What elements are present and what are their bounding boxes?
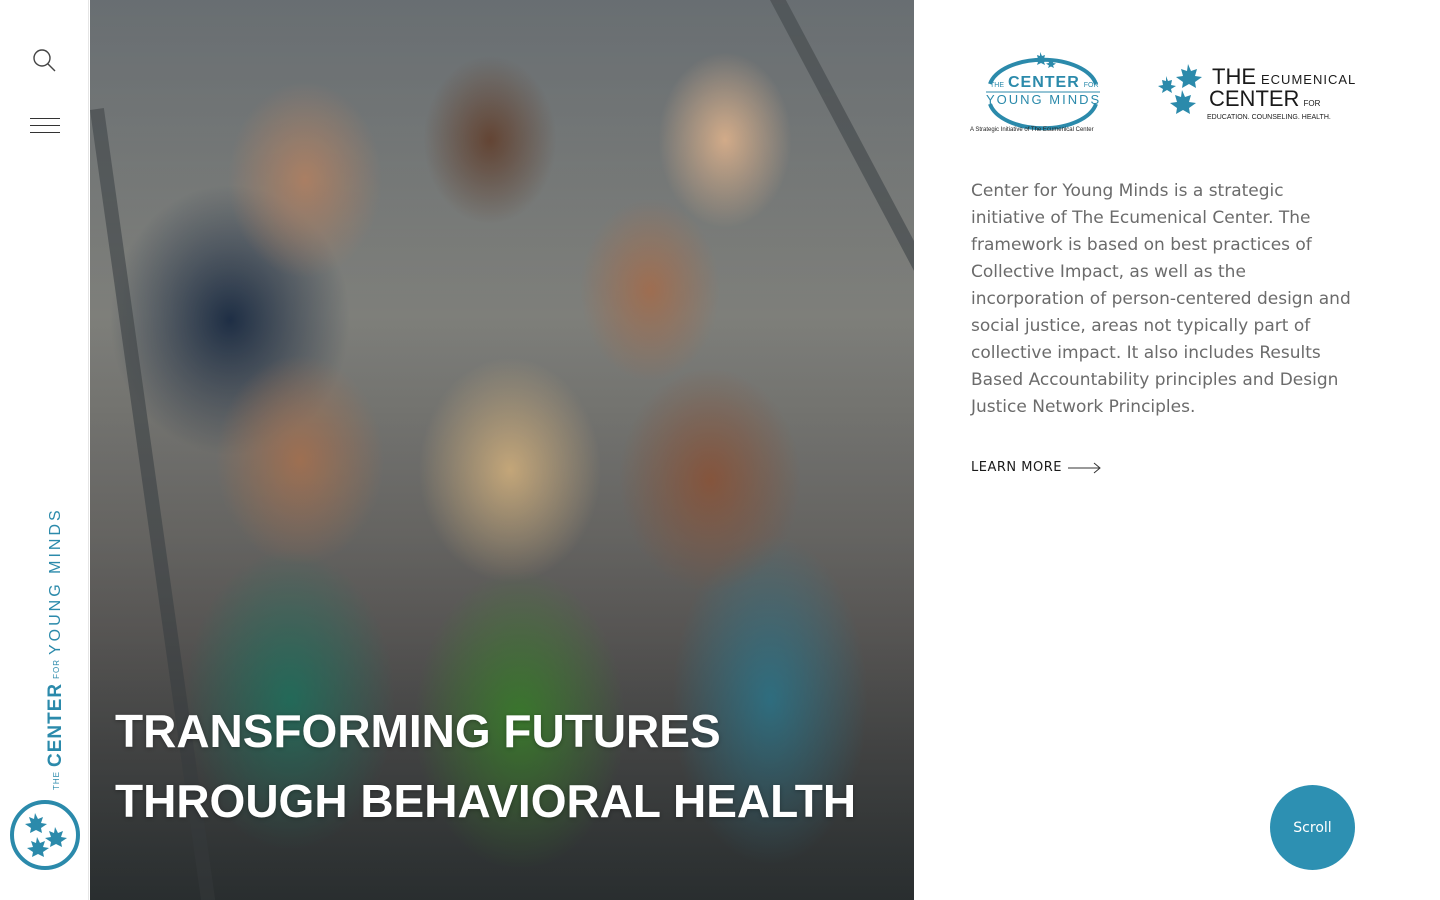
hero-title-line-2: THROUGH BEHAVIORAL HEALTH	[115, 775, 857, 827]
learn-more-label: LEARN MORE	[971, 460, 1062, 475]
cym-logo-for: FOR	[1083, 82, 1099, 89]
ec-logo-center: CENTER	[1209, 86, 1300, 111]
brand-for: FOR	[51, 658, 61, 679]
scroll-button-label: Scroll	[1293, 819, 1332, 836]
cym-logo-tagline: A Strategic Initiative of The Ecumenical…	[970, 127, 1094, 133]
maple-leaf-badge-icon[interactable]	[10, 800, 80, 870]
cym-logo-the: THE	[990, 82, 1004, 89]
brand-young-minds: YOUNG MINDS	[47, 507, 64, 655]
partner-logos: THE CENTER FOR YOUNG MINDS A Strategic I…	[970, 48, 1356, 138]
center-for-young-minds-logo[interactable]: THE CENTER FOR YOUNG MINDS A Strategic I…	[970, 48, 1116, 138]
arrow-right-icon	[1067, 462, 1101, 473]
scroll-button[interactable]: Scroll	[1270, 785, 1355, 870]
ec-logo-tagline: EDUCATION. COUNSELING. HEALTH.	[1207, 114, 1331, 121]
search-icon[interactable]	[32, 48, 58, 74]
learn-more-link[interactable]: LEARN MORE	[971, 460, 1102, 475]
hero-title: TRANSFORMING FUTURES THROUGH BEHAVIORAL …	[115, 696, 856, 836]
stair-railing-right	[770, 0, 914, 672]
ec-logo-ecumenical: ECUMENICAL	[1261, 72, 1357, 87]
info-panel: THE CENTER FOR YOUNG MINDS A Strategic I…	[914, 0, 1440, 900]
brand-the: THE	[51, 771, 61, 790]
ec-logo-for: FOR	[1303, 99, 1321, 108]
cym-logo-center: CENTER	[1008, 74, 1080, 91]
sidebar: THE CENTER FOR YOUNG MINDS	[0, 0, 89, 900]
hero-photo: TRANSFORMING FUTURES THROUGH BEHAVIORAL …	[90, 0, 914, 900]
vertical-brand-wordmark: THE CENTER FOR YOUNG MINDS	[45, 507, 67, 790]
cym-logo-young-minds: YOUNG MINDS	[986, 92, 1102, 107]
ecumenical-center-logo[interactable]: THE ECUMENICAL CENTER FOR EDUCATION. COU…	[1152, 48, 1356, 128]
brand-center: CENTER	[45, 682, 66, 767]
hero-title-line-1: TRANSFORMING FUTURES	[115, 705, 721, 757]
intro-description: Center for Young Minds is a strategic in…	[971, 181, 1351, 417]
hamburger-menu-icon[interactable]	[30, 118, 60, 136]
